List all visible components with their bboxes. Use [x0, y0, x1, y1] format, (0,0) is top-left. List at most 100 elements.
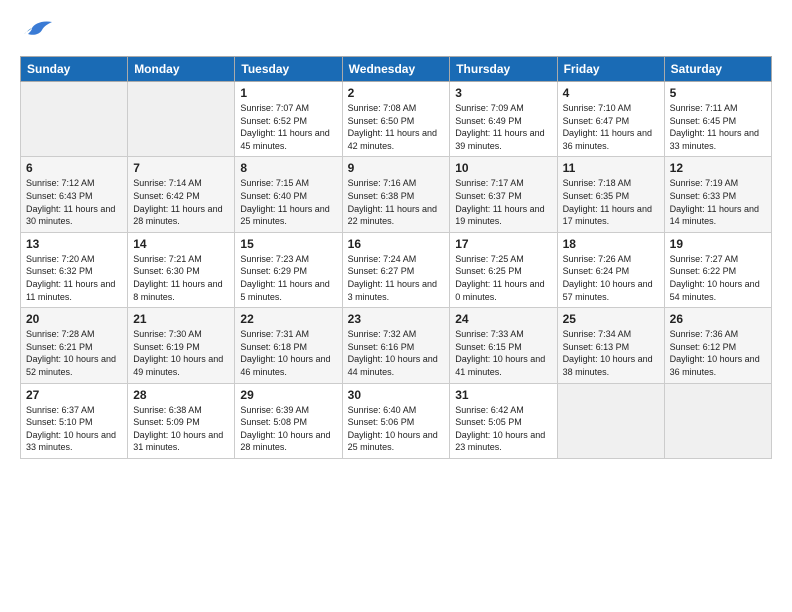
day-number: 2 [348, 86, 445, 100]
logo [20, 16, 54, 46]
day-number: 21 [133, 312, 229, 326]
day-number: 11 [563, 161, 659, 175]
day-cell [557, 383, 664, 458]
day-info: Sunrise: 7:15 AMSunset: 6:40 PMDaylight:… [240, 177, 336, 227]
main-container: SundayMondayTuesdayWednesdayThursdayFrid… [0, 0, 792, 469]
day-cell: 29 Sunrise: 6:39 AMSunset: 5:08 PMDaylig… [235, 383, 342, 458]
day-cell: 21 Sunrise: 7:30 AMSunset: 6:19 PMDaylig… [128, 308, 235, 383]
day-info: Sunrise: 7:08 AMSunset: 6:50 PMDaylight:… [348, 102, 445, 152]
day-info: Sunrise: 7:30 AMSunset: 6:19 PMDaylight:… [133, 328, 229, 378]
day-cell: 3 Sunrise: 7:09 AMSunset: 6:49 PMDayligh… [450, 82, 557, 157]
day-info: Sunrise: 7:24 AMSunset: 6:27 PMDaylight:… [348, 253, 445, 303]
day-info: Sunrise: 7:28 AMSunset: 6:21 PMDaylight:… [26, 328, 122, 378]
day-info: Sunrise: 7:26 AMSunset: 6:24 PMDaylight:… [563, 253, 659, 303]
day-info: Sunrise: 7:11 AMSunset: 6:45 PMDaylight:… [670, 102, 766, 152]
day-cell: 22 Sunrise: 7:31 AMSunset: 6:18 PMDaylig… [235, 308, 342, 383]
day-cell: 4 Sunrise: 7:10 AMSunset: 6:47 PMDayligh… [557, 82, 664, 157]
day-cell: 17 Sunrise: 7:25 AMSunset: 6:25 PMDaylig… [450, 232, 557, 307]
day-number: 12 [670, 161, 766, 175]
day-number: 25 [563, 312, 659, 326]
day-cell: 10 Sunrise: 7:17 AMSunset: 6:37 PMDaylig… [450, 157, 557, 232]
day-number: 26 [670, 312, 766, 326]
day-cell [128, 82, 235, 157]
week-row-1: 1 Sunrise: 7:07 AMSunset: 6:52 PMDayligh… [21, 82, 772, 157]
day-number: 9 [348, 161, 445, 175]
day-cell: 27 Sunrise: 6:37 AMSunset: 5:10 PMDaylig… [21, 383, 128, 458]
day-info: Sunrise: 6:40 AMSunset: 5:06 PMDaylight:… [348, 404, 445, 454]
day-info: Sunrise: 7:32 AMSunset: 6:16 PMDaylight:… [348, 328, 445, 378]
day-number: 31 [455, 388, 551, 402]
day-cell: 24 Sunrise: 7:33 AMSunset: 6:15 PMDaylig… [450, 308, 557, 383]
day-info: Sunrise: 6:38 AMSunset: 5:09 PMDaylight:… [133, 404, 229, 454]
day-number: 13 [26, 237, 122, 251]
calendar-table: SundayMondayTuesdayWednesdayThursdayFrid… [20, 56, 772, 459]
day-cell: 31 Sunrise: 6:42 AMSunset: 5:05 PMDaylig… [450, 383, 557, 458]
col-header-friday: Friday [557, 57, 664, 82]
day-info: Sunrise: 6:37 AMSunset: 5:10 PMDaylight:… [26, 404, 122, 454]
day-info: Sunrise: 7:09 AMSunset: 6:49 PMDaylight:… [455, 102, 551, 152]
day-cell: 2 Sunrise: 7:08 AMSunset: 6:50 PMDayligh… [342, 82, 450, 157]
day-cell: 25 Sunrise: 7:34 AMSunset: 6:13 PMDaylig… [557, 308, 664, 383]
day-cell: 6 Sunrise: 7:12 AMSunset: 6:43 PMDayligh… [21, 157, 128, 232]
day-cell: 11 Sunrise: 7:18 AMSunset: 6:35 PMDaylig… [557, 157, 664, 232]
day-cell: 28 Sunrise: 6:38 AMSunset: 5:09 PMDaylig… [128, 383, 235, 458]
day-info: Sunrise: 7:25 AMSunset: 6:25 PMDaylight:… [455, 253, 551, 303]
day-cell: 23 Sunrise: 7:32 AMSunset: 6:16 PMDaylig… [342, 308, 450, 383]
week-row-5: 27 Sunrise: 6:37 AMSunset: 5:10 PMDaylig… [21, 383, 772, 458]
col-header-monday: Monday [128, 57, 235, 82]
day-cell: 12 Sunrise: 7:19 AMSunset: 6:33 PMDaylig… [664, 157, 771, 232]
week-row-3: 13 Sunrise: 7:20 AMSunset: 6:32 PMDaylig… [21, 232, 772, 307]
day-number: 20 [26, 312, 122, 326]
header [20, 16, 772, 46]
day-info: Sunrise: 7:12 AMSunset: 6:43 PMDaylight:… [26, 177, 122, 227]
day-info: Sunrise: 7:19 AMSunset: 6:33 PMDaylight:… [670, 177, 766, 227]
day-number: 18 [563, 237, 659, 251]
day-number: 5 [670, 86, 766, 100]
col-header-tuesday: Tuesday [235, 57, 342, 82]
day-cell: 8 Sunrise: 7:15 AMSunset: 6:40 PMDayligh… [235, 157, 342, 232]
day-info: Sunrise: 7:17 AMSunset: 6:37 PMDaylight:… [455, 177, 551, 227]
day-number: 15 [240, 237, 336, 251]
day-number: 3 [455, 86, 551, 100]
day-cell: 13 Sunrise: 7:20 AMSunset: 6:32 PMDaylig… [21, 232, 128, 307]
day-number: 30 [348, 388, 445, 402]
day-info: Sunrise: 7:07 AMSunset: 6:52 PMDaylight:… [240, 102, 336, 152]
day-cell: 19 Sunrise: 7:27 AMSunset: 6:22 PMDaylig… [664, 232, 771, 307]
day-info: Sunrise: 7:33 AMSunset: 6:15 PMDaylight:… [455, 328, 551, 378]
day-cell: 18 Sunrise: 7:26 AMSunset: 6:24 PMDaylig… [557, 232, 664, 307]
day-info: Sunrise: 7:34 AMSunset: 6:13 PMDaylight:… [563, 328, 659, 378]
day-number: 14 [133, 237, 229, 251]
day-info: Sunrise: 7:14 AMSunset: 6:42 PMDaylight:… [133, 177, 229, 227]
day-number: 27 [26, 388, 122, 402]
day-number: 24 [455, 312, 551, 326]
day-info: Sunrise: 6:42 AMSunset: 5:05 PMDaylight:… [455, 404, 551, 454]
day-number: 7 [133, 161, 229, 175]
day-cell: 1 Sunrise: 7:07 AMSunset: 6:52 PMDayligh… [235, 82, 342, 157]
day-cell: 16 Sunrise: 7:24 AMSunset: 6:27 PMDaylig… [342, 232, 450, 307]
day-number: 10 [455, 161, 551, 175]
day-info: Sunrise: 7:27 AMSunset: 6:22 PMDaylight:… [670, 253, 766, 303]
week-row-4: 20 Sunrise: 7:28 AMSunset: 6:21 PMDaylig… [21, 308, 772, 383]
day-info: Sunrise: 7:20 AMSunset: 6:32 PMDaylight:… [26, 253, 122, 303]
day-number: 28 [133, 388, 229, 402]
day-info: Sunrise: 7:18 AMSunset: 6:35 PMDaylight:… [563, 177, 659, 227]
day-number: 6 [26, 161, 122, 175]
day-cell: 15 Sunrise: 7:23 AMSunset: 6:29 PMDaylig… [235, 232, 342, 307]
col-header-thursday: Thursday [450, 57, 557, 82]
day-cell: 20 Sunrise: 7:28 AMSunset: 6:21 PMDaylig… [21, 308, 128, 383]
day-cell: 9 Sunrise: 7:16 AMSunset: 6:38 PMDayligh… [342, 157, 450, 232]
day-info: Sunrise: 6:39 AMSunset: 5:08 PMDaylight:… [240, 404, 336, 454]
day-cell: 14 Sunrise: 7:21 AMSunset: 6:30 PMDaylig… [128, 232, 235, 307]
col-header-sunday: Sunday [21, 57, 128, 82]
day-number: 4 [563, 86, 659, 100]
day-info: Sunrise: 7:31 AMSunset: 6:18 PMDaylight:… [240, 328, 336, 378]
week-row-2: 6 Sunrise: 7:12 AMSunset: 6:43 PMDayligh… [21, 157, 772, 232]
day-number: 22 [240, 312, 336, 326]
day-info: Sunrise: 7:36 AMSunset: 6:12 PMDaylight:… [670, 328, 766, 378]
day-number: 1 [240, 86, 336, 100]
day-cell [21, 82, 128, 157]
day-cell: 26 Sunrise: 7:36 AMSunset: 6:12 PMDaylig… [664, 308, 771, 383]
day-number: 19 [670, 237, 766, 251]
day-number: 16 [348, 237, 445, 251]
day-cell: 7 Sunrise: 7:14 AMSunset: 6:42 PMDayligh… [128, 157, 235, 232]
